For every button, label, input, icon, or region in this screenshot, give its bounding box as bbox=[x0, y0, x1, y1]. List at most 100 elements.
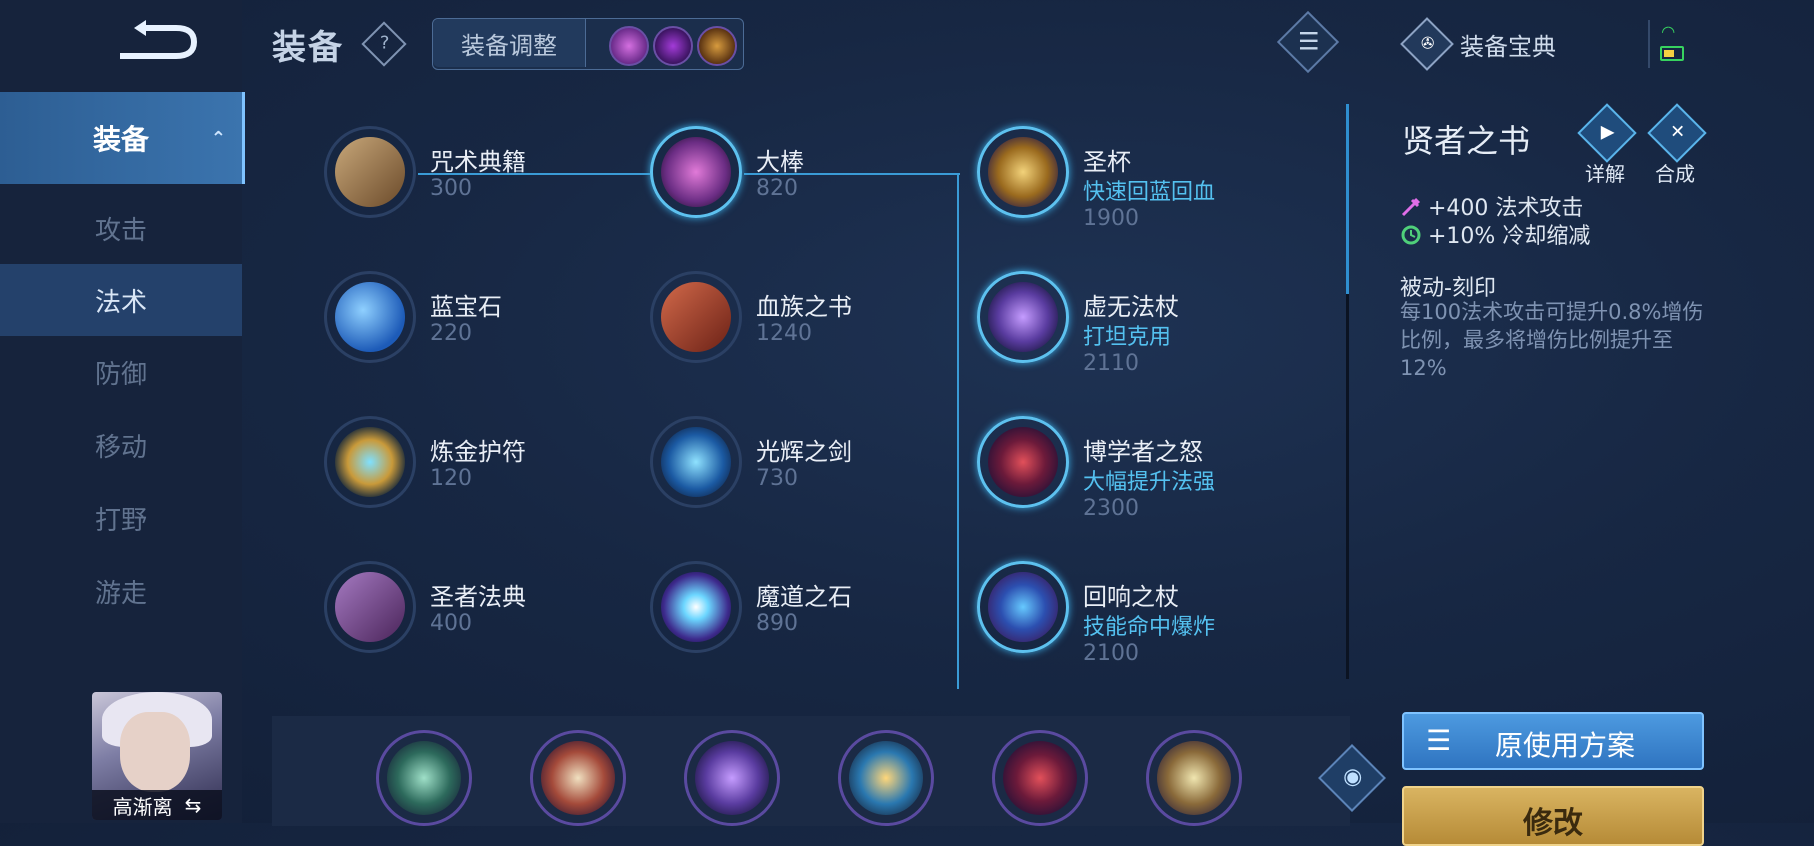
sidebar-item-defense[interactable]: 防御 bbox=[0, 336, 242, 408]
item-tag: 打坦克用 bbox=[1083, 325, 1172, 350]
item-tag: 快速回蓝回血 bbox=[1083, 180, 1216, 205]
help-icon[interactable]: ? bbox=[361, 21, 407, 67]
play-icon: ▶ bbox=[1577, 103, 1637, 163]
sword-icon bbox=[650, 416, 742, 508]
item-price: 890 bbox=[756, 611, 798, 636]
item-name: 蓝宝石 bbox=[430, 293, 502, 321]
echo-staff-icon bbox=[977, 561, 1069, 653]
item-card[interactable]: 魔道之石 890 bbox=[650, 561, 950, 671]
item-tag: 大幅提升法强 bbox=[1083, 470, 1216, 495]
sidebar-item-roam[interactable]: 游走 bbox=[0, 555, 242, 627]
build-slot-lamp-icon[interactable] bbox=[838, 730, 934, 826]
sidebar-item-equipment[interactable]: 装备 ⌃ bbox=[0, 92, 245, 184]
staff-icon bbox=[650, 126, 742, 218]
blood-book-icon bbox=[650, 271, 742, 363]
build-slot-wizard-hat-icon[interactable] bbox=[992, 730, 1088, 826]
gem-icon bbox=[324, 271, 416, 363]
hero-avatar[interactable]: 高渐离 ⇆ bbox=[92, 692, 222, 820]
stat-line: +10% 冷却缩减 bbox=[1400, 218, 1590, 250]
item-tag: 技能命中爆炸 bbox=[1083, 615, 1216, 640]
item-card[interactable]: 蓝宝石 220 bbox=[324, 271, 624, 381]
sidebar-item-label: 防御 bbox=[94, 359, 147, 390]
detail-button[interactable]: ▶ 详解 bbox=[1570, 103, 1640, 188]
item-card[interactable]: 圣杯 快速回蓝回血 1900 bbox=[977, 126, 1277, 236]
page-title: 装备 bbox=[272, 28, 344, 68]
sidebar-item-movement[interactable]: 移动 bbox=[0, 409, 242, 481]
stat-value: +10% 冷却缩减 bbox=[1428, 224, 1591, 249]
sidebar-item-magic[interactable]: 法术 bbox=[0, 264, 242, 336]
sidebar-item-jungle[interactable]: 打野 bbox=[0, 482, 242, 554]
sidebar-item-attack[interactable]: 攻击 bbox=[0, 192, 242, 264]
build-slots-bar bbox=[272, 716, 1350, 826]
build-slot-book-icon[interactable] bbox=[530, 730, 626, 826]
sidebar-item-label: 打野 bbox=[94, 505, 147, 536]
item-card[interactable]: 炼金护符 120 bbox=[324, 416, 624, 526]
item-price: 300 bbox=[430, 176, 472, 201]
item-name: 咒术典籍 bbox=[430, 148, 526, 176]
item-card[interactable]: 光辉之剑 730 bbox=[650, 416, 950, 526]
chevron-up-icon: ⌃ bbox=[210, 128, 226, 149]
sidebar-item-label: 法术 bbox=[94, 287, 147, 318]
item-name: 圣者法典 bbox=[430, 583, 526, 611]
codex-label: 装备宝典 bbox=[1460, 32, 1556, 61]
item-card[interactable]: 博学者之怒 大幅提升法强 2300 bbox=[977, 416, 1277, 526]
original-plan-button[interactable]: ☰ 原使用方案 bbox=[1402, 712, 1704, 770]
item-card[interactable]: 大棒 820 bbox=[650, 126, 950, 236]
sidebar-item-label: 移动 bbox=[94, 432, 147, 463]
menu-icon[interactable]: ☰ bbox=[1276, 10, 1340, 74]
passive-description: 每100法术攻击可提升0.8%增伤比例，最多将增伤比例提升至12% bbox=[1400, 300, 1704, 380]
amulet-icon bbox=[324, 416, 416, 508]
back-icon[interactable] bbox=[110, 18, 200, 68]
status-indicator: ◜◝ bbox=[1660, 22, 1684, 66]
item-price: 820 bbox=[756, 176, 798, 201]
equipment-codex-button[interactable]: ✇ 装备宝典 bbox=[1400, 17, 1556, 71]
detail-label: 详解 bbox=[1585, 162, 1625, 186]
build-slot-sage-book-icon[interactable] bbox=[1146, 730, 1242, 826]
scroll-indicator[interactable] bbox=[1346, 104, 1349, 294]
build-slot-void-staff-icon[interactable] bbox=[684, 730, 780, 826]
item-card[interactable]: 血族之书 1240 bbox=[650, 271, 950, 381]
category-sidebar: 装备 ⌃ 攻击 法术 防御 移动 打野 游走 高渐离 ⇆ bbox=[0, 0, 245, 823]
item-name: 大棒 bbox=[756, 148, 804, 176]
item-card[interactable]: 咒术典籍 300 bbox=[324, 126, 624, 236]
magic-attack-icon bbox=[1400, 196, 1422, 218]
wizard-hat-icon bbox=[977, 416, 1069, 508]
item-name: 圣杯 bbox=[1083, 148, 1131, 176]
item-name: 炼金护符 bbox=[430, 438, 526, 466]
plan-label: 原使用方案 bbox=[1494, 729, 1635, 762]
sidebar-item-label: 装备 bbox=[92, 123, 149, 156]
battery-icon bbox=[1660, 46, 1684, 61]
item-price: 120 bbox=[430, 466, 472, 491]
item-card[interactable]: 圣者法典 400 bbox=[324, 561, 624, 671]
item-price: 2300 bbox=[1083, 496, 1139, 521]
item-name: 博学者之怒 bbox=[1083, 438, 1203, 466]
item-name: 虚无法杖 bbox=[1083, 293, 1179, 321]
item-card[interactable]: 回响之杖 技能命中爆炸 2100 bbox=[977, 561, 1277, 671]
magic-stone-icon bbox=[650, 561, 742, 653]
compose-icon: ✕ bbox=[1647, 103, 1707, 163]
quick-item-lamp-icon[interactable] bbox=[697, 26, 737, 66]
sidebar-item-label: 攻击 bbox=[94, 215, 147, 246]
quick-item-hat-icon[interactable] bbox=[653, 26, 693, 66]
item-name: 魔道之石 bbox=[756, 583, 852, 611]
modify-button[interactable]: 修改 bbox=[1402, 786, 1704, 846]
equipment-adjust-group: 装备调整 bbox=[432, 18, 744, 70]
item-price: 220 bbox=[430, 321, 472, 346]
quick-item-staff-icon[interactable] bbox=[609, 26, 649, 66]
holy-grail-icon bbox=[977, 126, 1069, 218]
divider bbox=[1648, 20, 1650, 68]
void-staff-icon bbox=[977, 271, 1069, 363]
item-price: 730 bbox=[756, 466, 798, 491]
item-price: 400 bbox=[430, 611, 472, 636]
item-card[interactable]: 虚无法杖 打坦克用 2110 bbox=[977, 271, 1277, 381]
item-name: 血族之书 bbox=[756, 293, 852, 321]
compose-label: 合成 bbox=[1655, 162, 1695, 186]
compose-button[interactable]: ✕ 合成 bbox=[1640, 103, 1710, 188]
item-price: 1240 bbox=[756, 321, 812, 346]
build-slot-boots-icon[interactable] bbox=[376, 730, 472, 826]
detail-title: 贤者之书 bbox=[1402, 122, 1531, 160]
swap-icon: ⇆ bbox=[184, 793, 202, 817]
tome-icon bbox=[324, 561, 416, 653]
equipment-adjust-button[interactable]: 装备调整 bbox=[433, 19, 586, 67]
book-icon bbox=[324, 126, 416, 218]
